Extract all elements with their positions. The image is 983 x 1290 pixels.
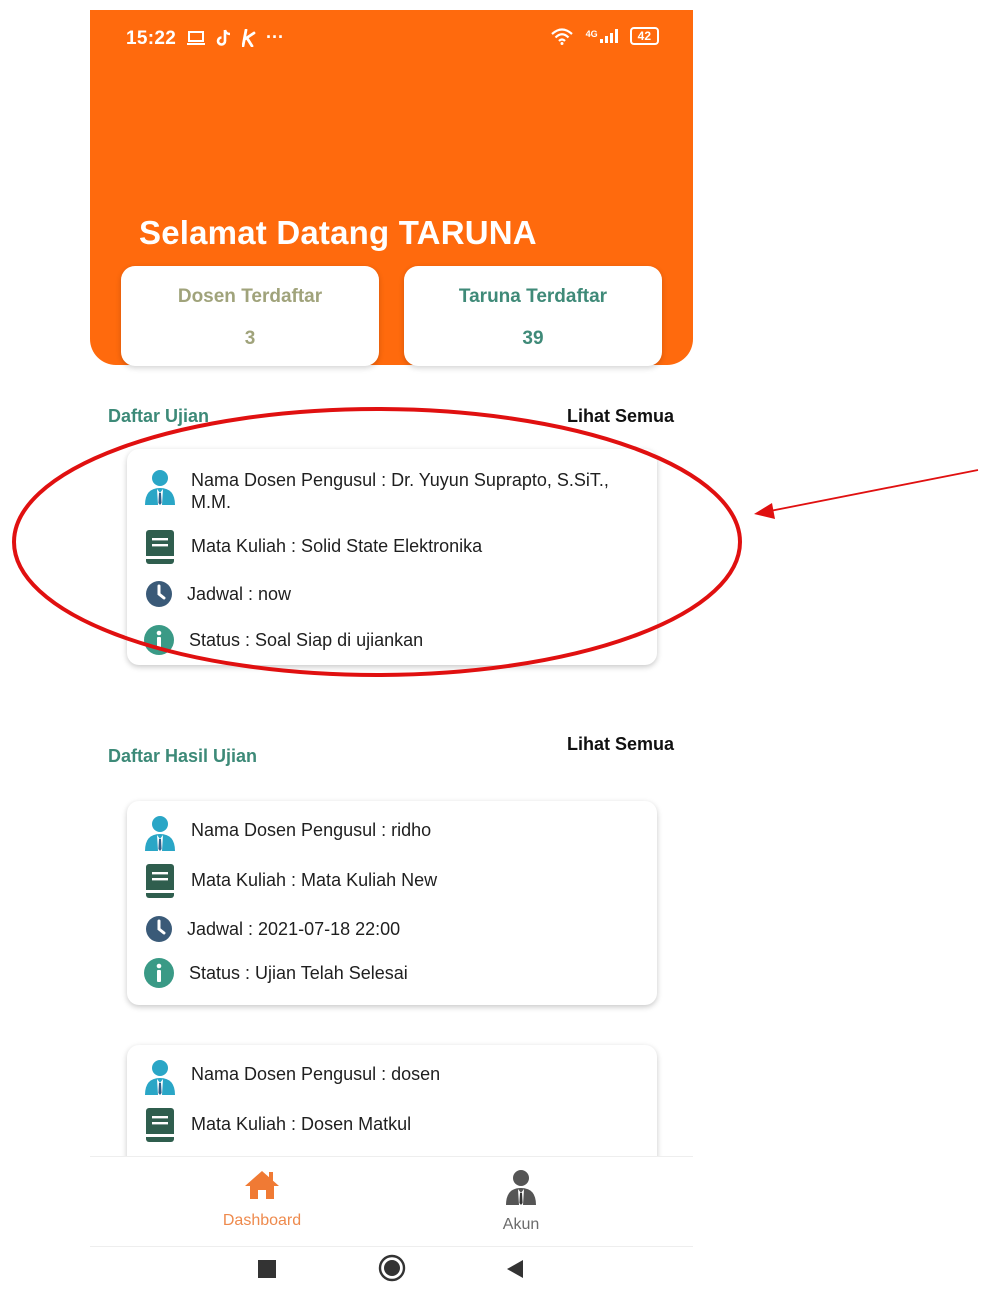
status-text: Status : Ujian Telah Selesai	[189, 963, 408, 983]
result-card[interactable]: Nama Dosen Pengusul : ridho Mata Kuliah …	[127, 801, 657, 1005]
recents-icon[interactable]	[258, 1260, 276, 1278]
info-icon	[144, 958, 174, 988]
annotation-arrow-line	[769, 469, 979, 512]
book-icon	[146, 864, 174, 898]
lecturer-text: Nama Dosen Pengusul : ridho	[191, 820, 432, 840]
schedule-text: Jadwal : now	[187, 584, 292, 604]
stat-value: 39	[522, 328, 544, 349]
result-lecturer-row: Nama Dosen Pengusul : ridho	[143, 815, 643, 851]
k-app-icon	[242, 28, 256, 47]
more-icon: ···	[266, 27, 284, 47]
result-schedule-row: Jadwal : 2021-07-18 22:00	[143, 915, 643, 943]
laptop-icon	[187, 30, 205, 45]
stat-card-taruna[interactable]: Taruna Terdaftar 39	[404, 266, 662, 366]
user-icon	[506, 1170, 536, 1205]
result-course-row: Mata Kuliah : Mata Kuliah New	[143, 863, 643, 899]
schedule-text: Jadwal : 2021-07-18 22:00	[187, 919, 401, 939]
book-icon	[146, 1108, 174, 1142]
nav-label: Dashboard	[222, 1212, 302, 1229]
person-icon	[145, 470, 175, 505]
status-time: 15:22	[126, 28, 177, 49]
nav-label: Akun	[502, 1216, 540, 1233]
status-right-icons: 4G 42	[550, 27, 659, 45]
bottom-navigation: Dashboard Akun	[90, 1156, 693, 1244]
exam-course-row: Mata Kuliah : Solid State Elektronika	[143, 529, 643, 565]
nav-akun[interactable]: Akun	[451, 1169, 591, 1234]
stat-label: Taruna Terdaftar	[458, 286, 608, 307]
home-button-icon[interactable]	[378, 1254, 406, 1282]
signal-indicator: 4G	[586, 29, 618, 43]
course-text: Mata Kuliah : Dosen Matkul	[191, 1114, 412, 1134]
back-icon[interactable]	[506, 1259, 524, 1279]
results-list-title: Daftar Hasil Ujian	[108, 746, 258, 766]
exam-schedule-row: Jadwal : now	[143, 580, 643, 608]
status-text: Status : Soal Siap di ujiankan	[189, 630, 424, 650]
exam-lecturer-row: Nama Dosen Pengusul : Dr. Yuyun Suprapto…	[143, 469, 643, 513]
stat-value: 3	[244, 328, 256, 349]
wifi-icon	[550, 28, 573, 45]
welcome-title: Selamat Datang TARUNA	[139, 214, 537, 251]
annotation-arrowhead	[754, 503, 775, 519]
phone-screen: 15:22 ··· 4G 42 Selamat Datang TARUNA Do…	[90, 10, 693, 1290]
result-course-row: Mata Kuliah : Dosen Matkul	[143, 1107, 643, 1143]
network-type: 4G	[585, 29, 598, 39]
person-icon	[145, 1060, 175, 1095]
nav-dashboard[interactable]: Dashboard	[192, 1169, 332, 1230]
lecturer-text: Nama Dosen Pengusul : Dr. Yuyun Suprapto…	[191, 470, 609, 512]
status-left-icons: ···	[186, 27, 284, 48]
tiktok-icon	[216, 29, 231, 46]
clock-icon	[146, 916, 172, 942]
course-text: Mata Kuliah : Solid State Elektronika	[191, 536, 483, 556]
book-icon	[146, 530, 174, 564]
home-icon	[245, 1171, 279, 1199]
result-status-row: Status : Ujian Telah Selesai	[143, 957, 643, 989]
system-navigation	[90, 1246, 693, 1290]
signal-icon	[599, 29, 618, 43]
clock-icon	[146, 581, 172, 607]
result-lecturer-row: Nama Dosen Pengusul : dosen	[143, 1059, 643, 1095]
stat-label: Dosen Terdaftar	[177, 286, 323, 307]
exam-list-title: Daftar Ujian	[108, 406, 210, 426]
person-icon	[145, 816, 175, 851]
stat-card-dosen[interactable]: Dosen Terdaftar 3	[121, 266, 379, 366]
exam-status-row: Status : Soal Siap di ujiankan	[143, 624, 643, 656]
status-bar: 15:22 ··· 4G 42	[90, 10, 693, 66]
exam-card[interactable]: Nama Dosen Pengusul : Dr. Yuyun Suprapto…	[127, 449, 657, 665]
info-icon	[144, 625, 174, 655]
lecturer-text: Nama Dosen Pengusul : dosen	[191, 1064, 441, 1084]
course-text: Mata Kuliah : Mata Kuliah New	[191, 870, 438, 890]
exam-see-all-link[interactable]: Lihat Semua	[567, 406, 674, 427]
results-see-all-link[interactable]: Lihat Semua	[567, 734, 674, 755]
battery-indicator: 42	[629, 27, 659, 45]
